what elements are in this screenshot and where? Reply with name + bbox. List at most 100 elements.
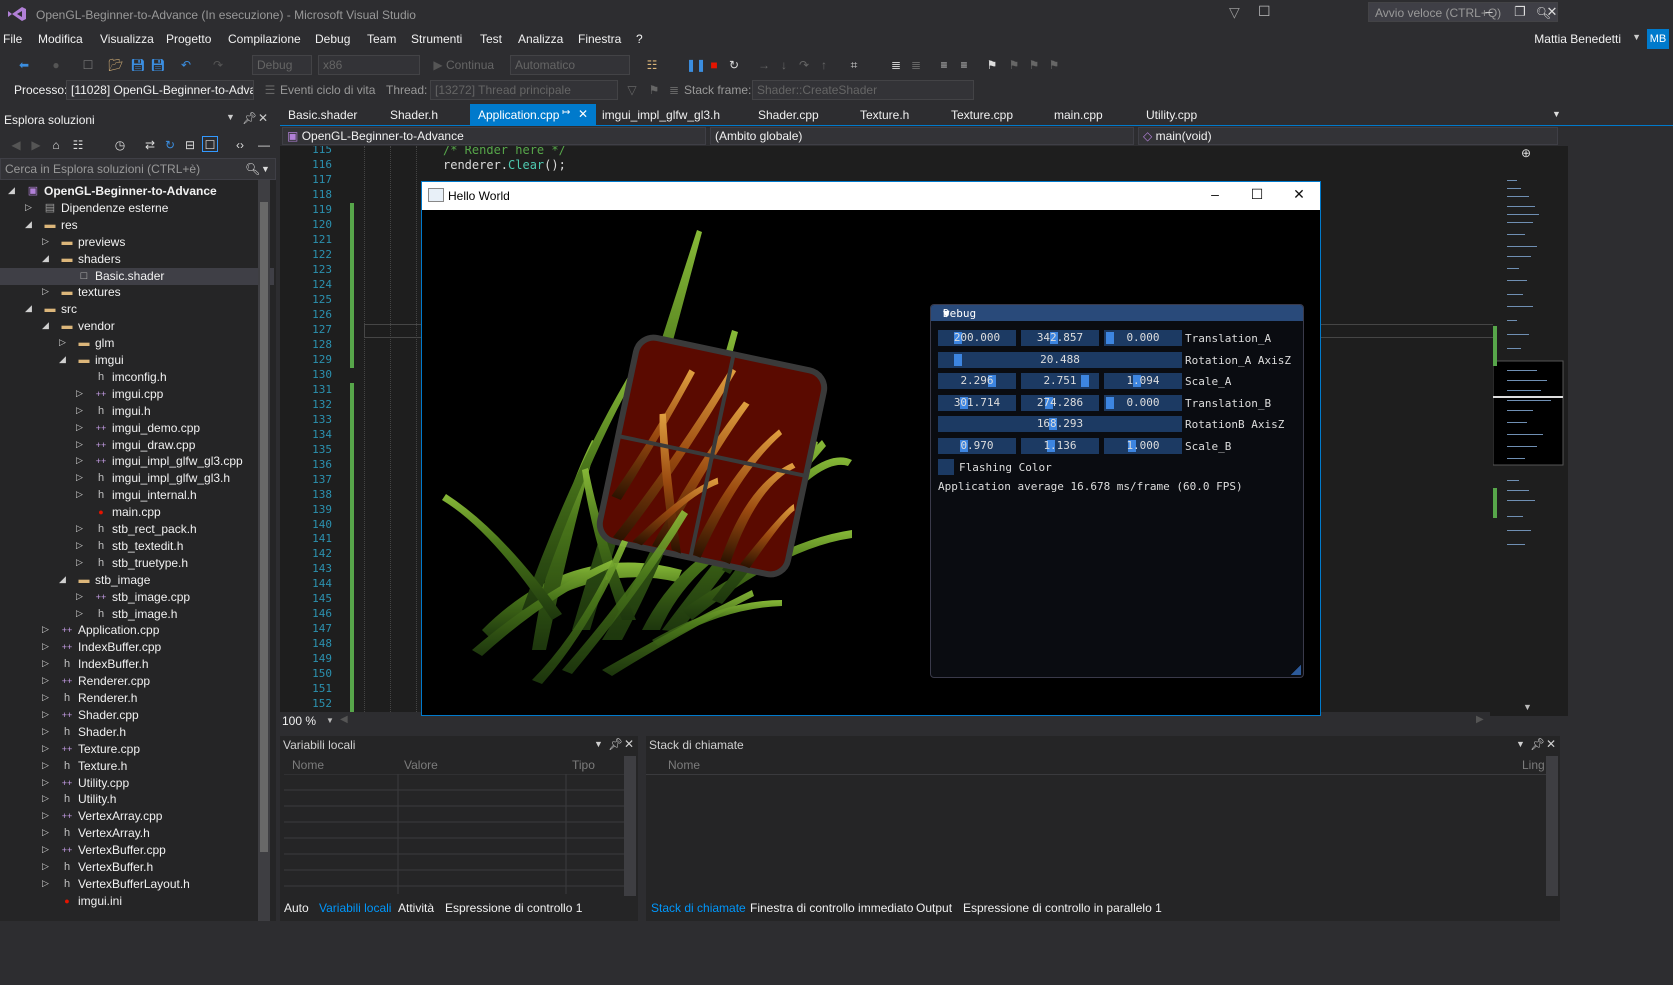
code-view-icon[interactable]: ‹› [232,137,248,153]
opengl-viewport[interactable]: ▼ Debug 200.000 342.857 0.000 Translation_A… [422,210,1320,715]
menu-analizza[interactable]: Analizza [518,32,563,46]
slider-grab[interactable] [1106,396,1114,409]
drag-float-field[interactable]: 0.970 [938,438,1016,454]
tab-main-cpp[interactable]: main.cpp [1046,104,1111,125]
column-header-type[interactable]: Tipo [572,758,595,772]
drag-float-field[interactable]: 2.751 [1021,373,1099,390]
slider-grab[interactable] [953,353,962,366]
collapsed-arrow-icon[interactable]: ▷ [76,591,86,602]
tree-item[interactable]: ◢ ▬ res [0,217,274,234]
back-icon[interactable]: ⬅︎ [16,57,32,73]
drag-float-field[interactable]: 0.000 [1104,330,1182,346]
save-icon[interactable]: 💾︎ [130,57,146,73]
menu-team[interactable]: Team [367,32,396,46]
collapsed-arrow-icon[interactable]: ▷ [76,489,86,500]
collapsed-arrow-icon[interactable]: ▷ [42,726,52,737]
tree-item[interactable]: ▷ ++ IndexBuffer.cpp [0,639,274,656]
scope-select[interactable]: (Ambito globale) [710,127,1134,145]
tree-item[interactable]: ▷ h stb_rect_pack.h [0,521,274,538]
continue-button[interactable]: Continua [446,58,494,72]
stop-icon[interactable]: ■ [706,57,722,73]
collapsed-arrow-icon[interactable]: ▷ [42,844,52,855]
zoom-level[interactable]: 100 % [282,714,316,728]
tree-item[interactable]: ◢ ▬ vendor [0,318,274,335]
new-project-icon[interactable]: ☐ [80,57,96,73]
collapsed-arrow-icon[interactable]: ▷ [42,878,52,889]
pin-icon[interactable]: 📌︎ [242,111,257,125]
step-over-icon[interactable]: ↷ [796,57,812,73]
member-select[interactable]: ◇ main(void) [1138,127,1558,145]
tree-item[interactable]: □ Basic.shader [0,267,274,285]
expanded-arrow-icon[interactable]: ◢ [59,574,69,585]
tree-item[interactable]: ▷ h stb_image.h [0,606,274,623]
tree-item[interactable]: ▷ h Utility.h [0,791,274,808]
collapsed-arrow-icon[interactable]: ▷ [42,641,52,652]
step-into-icon[interactable]: ↓ [776,57,792,73]
thread-select[interactable]: [13272] Thread principale [430,80,618,100]
close-icon[interactable]: ✕ [258,111,268,125]
flashing-color-checkbox[interactable] [938,459,954,475]
code-minimap[interactable]: ⊕ ▼ [1493,146,1568,716]
tab-application-cpp[interactable]: Application.cpp ↦ ✕ [470,104,596,125]
hello-world-title-bar[interactable]: Hello World – ☐ ✕ [422,182,1320,210]
pause-icon[interactable]: ❚❚ [686,57,706,73]
properties-icon[interactable]: — [256,137,272,153]
tree-item[interactable]: ◢ ▬ stb_image [0,572,274,589]
configuration-select[interactable]: Debug [252,55,312,75]
collapsed-arrow-icon[interactable]: ▷ [42,624,52,635]
hello-world-window[interactable]: Hello World – ☐ ✕ ▼ Debug 200.000 342.85… [421,181,1321,716]
hex-display-icon[interactable]: ⌗ [846,57,862,73]
comment-icon[interactable]: ≡ [936,57,952,73]
tree-item[interactable]: ▷ ▤ Dipendenze esterne [0,200,274,217]
save-all-icon[interactable]: 💾︎ [150,57,166,73]
collapsed-arrow-icon[interactable]: ▷ [76,557,86,568]
tree-item[interactable]: ▷ ++ stb_image.cpp [0,589,274,606]
drag-float-field[interactable]: 0.000 [1104,394,1182,411]
menu-visualizza[interactable]: Visualizza [100,32,154,46]
tree-item[interactable]: ▷ ▬ glm [0,335,274,352]
chevron-down-icon[interactable]: ▼ [1516,739,1525,749]
menu-progetto[interactable]: Progetto [166,32,211,46]
tree-item[interactable]: ◢ ▣ OpenGL-Beginner-to-Advance [0,183,274,200]
collapsed-arrow-icon[interactable]: ▷ [76,472,86,483]
tab-shader-h[interactable]: Shader.h [382,104,446,125]
tab-locals[interactable]: Variabili locali [319,901,391,915]
next-bookmark-icon[interactable]: ⚑ [1026,57,1042,73]
tab-call-stack[interactable]: Stack di chiamate [651,901,746,915]
tree-item[interactable]: ▷ h Renderer.h [0,690,274,707]
collapsed-arrow-icon[interactable]: ▷ [76,540,86,551]
expanded-arrow-icon[interactable]: ◢ [25,219,35,230]
sync-icon[interactable]: ⇄ [142,137,158,153]
tab-basic-shader[interactable]: Basic.shader [280,104,365,125]
menu-modifica[interactable]: Modifica [38,32,83,46]
forward-icon[interactable]: ● [48,57,64,73]
automatic-select[interactable]: Automatico [510,55,630,75]
restart-icon[interactable]: ↻ [726,57,742,73]
tree-item[interactable]: ▷ h IndexBuffer.h [0,656,274,673]
tree-item[interactable]: ▷ h imgui_impl_glfw_gl3.h [0,470,274,487]
thread-flag-icon[interactable]: ⚑ [646,82,662,98]
slider-grab[interactable] [1080,375,1089,388]
tab-shader-cpp[interactable]: Shader.cpp [750,104,827,125]
solution-search-input[interactable]: Cerca in Esplora soluzioni (CTRL+è) 🔍︎ ▼ [0,158,276,180]
expanded-arrow-icon[interactable]: ◢ [42,320,52,331]
collapsed-arrow-icon[interactable]: ▷ [42,827,52,838]
collapsed-arrow-icon[interactable]: ▷ [42,286,52,297]
collapsed-arrow-icon[interactable]: ▷ [42,743,52,754]
tree-item[interactable]: ▷ ++ imgui_impl_glfw_gl3.cpp [0,453,274,470]
refresh-icon[interactable]: ↻ [162,137,178,153]
collapsed-arrow-icon[interactable]: ▷ [59,337,69,348]
tree-item[interactable]: ▷ ++ Texture.cpp [0,741,274,758]
tree-item[interactable]: ▷ h VertexBuffer.h [0,859,274,876]
tree-item[interactable]: ▷ ++ imgui.cpp [0,386,274,403]
chevron-down-icon[interactable]: ▼ [226,112,235,122]
tree-item[interactable]: ◢ ▬ imgui [0,352,274,369]
menu-test[interactable]: Test [480,32,502,46]
tree-item[interactable]: ▷ h Shader.h [0,724,274,741]
undo-icon[interactable]: ↶ [178,57,194,73]
collapsed-arrow-icon[interactable]: ▷ [76,523,86,534]
drag-float-field[interactable]: 274.286 [1021,394,1099,411]
collapsed-arrow-icon[interactable]: ▷ [42,777,52,788]
drag-float-field[interactable]: 1.136 [1021,438,1099,454]
show-next-statement-icon[interactable]: → [756,57,772,73]
